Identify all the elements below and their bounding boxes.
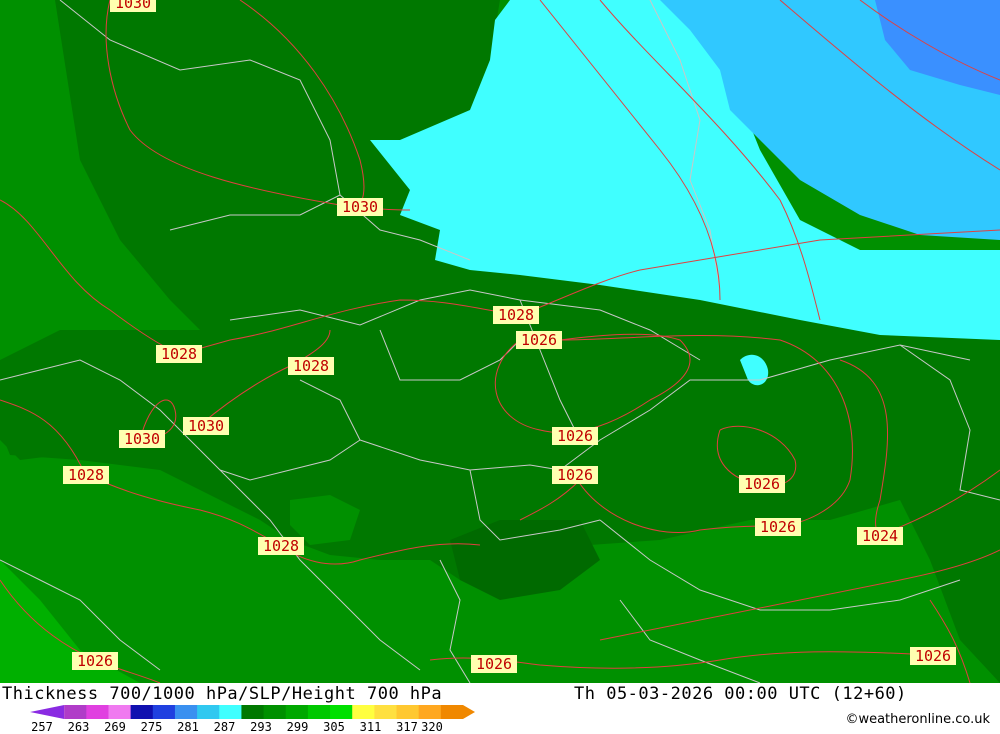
svg-text:1030: 1030 [124,430,160,448]
map-datetime: Th 05-03-2026 00:00 UTC (12+60) [574,684,907,704]
color-scale-swatch [108,705,132,719]
color-scale-swatch [418,705,442,719]
color-scale-tick: 311 [359,720,382,734]
isobar-label: 1024 [857,527,903,545]
color-scale-bar [30,705,475,719]
color-scale-tick: 293 [250,720,272,734]
isobar-label: 1026 [739,475,785,493]
color-scale-tick: 317 [396,720,418,734]
map-title: Thickness 700/1000 hPa/SLP/Height 700 hP… [2,684,443,704]
color-scale-ticks: 257 263 269 275 281 287 293 299 305 311 317 320 [30,720,500,734]
isobar-label: 1026 [516,331,562,349]
color-scale-swatch [130,705,154,719]
color-scale-tick: 287 [213,720,236,734]
svg-text:1026: 1026 [557,427,593,445]
isobar-label: 1030 [337,198,383,216]
color-scale-tick: 269 [104,720,126,734]
isobar-label: 1028 [63,466,109,484]
isobar-label: 1026 [72,652,118,670]
isobar-label: 1026 [471,655,517,673]
isobar-label: 1026 [755,518,801,536]
color-scale-swatch [285,705,309,719]
color-scale-tick: 299 [286,720,309,734]
isobar-label: 1026 [552,427,598,445]
svg-text:1030: 1030 [188,417,224,435]
svg-text:1026: 1026 [744,475,780,493]
svg-text:1030: 1030 [115,0,151,12]
color-scale-tick: 281 [177,720,199,734]
color-scale-tick: 305 [323,720,345,734]
svg-text:1026: 1026 [760,518,796,536]
svg-text:1026: 1026 [476,655,512,673]
color-scale-swatch [374,705,398,719]
isobar-label: 1028 [156,345,202,363]
color-scale-swatch [396,705,420,719]
color-scale-swatch [330,705,353,719]
svg-text:1028: 1028 [293,357,329,375]
color-scale-swatch [152,705,176,719]
isobar-label: 1028 [493,306,539,324]
color-scale-swatch [263,705,287,719]
svg-text:1026: 1026 [77,652,113,670]
svg-text:1030: 1030 [342,198,378,216]
isobar-label: 1030 [119,430,165,448]
color-scale-tick: 275 [140,720,163,734]
color-scale-tick: 320 [421,720,443,734]
credit-link[interactable]: ©weatheronline.co.uk [845,712,990,727]
isobar-label: 1026 [552,466,598,484]
color-scale-tick: 257 [31,720,53,734]
color-scale-swatch [307,705,331,719]
svg-text:1028: 1028 [263,537,299,555]
svg-text:1028: 1028 [498,306,534,324]
svg-text:1028: 1028 [161,345,197,363]
isobar-label: 1028 [288,357,334,375]
weather-map: 1030 1030 1028 1026 1028 1028 1030 1030 … [0,0,1000,683]
color-scale-swatch [30,705,65,719]
color-scale-swatch [219,705,242,719]
svg-text:1024: 1024 [862,527,898,545]
color-scale-swatch [64,705,87,719]
svg-text:1026: 1026 [915,647,951,665]
color-scale-tick: 263 [67,720,90,734]
isobar-label: 1030 [110,0,156,12]
color-scale-swatch [174,705,198,719]
isobar-label: 1030 [183,417,229,435]
svg-text:1028: 1028 [68,466,104,484]
color-scale-swatch [440,705,475,719]
color-scale-swatch [86,705,109,719]
color-scale-swatch [197,705,220,719]
svg-text:1026: 1026 [521,331,557,349]
isobar-label: 1026 [910,647,956,665]
color-scale-swatch [352,705,375,719]
color-scale-swatch [241,705,265,719]
isobar-label: 1028 [258,537,304,555]
svg-text:1026: 1026 [557,466,593,484]
